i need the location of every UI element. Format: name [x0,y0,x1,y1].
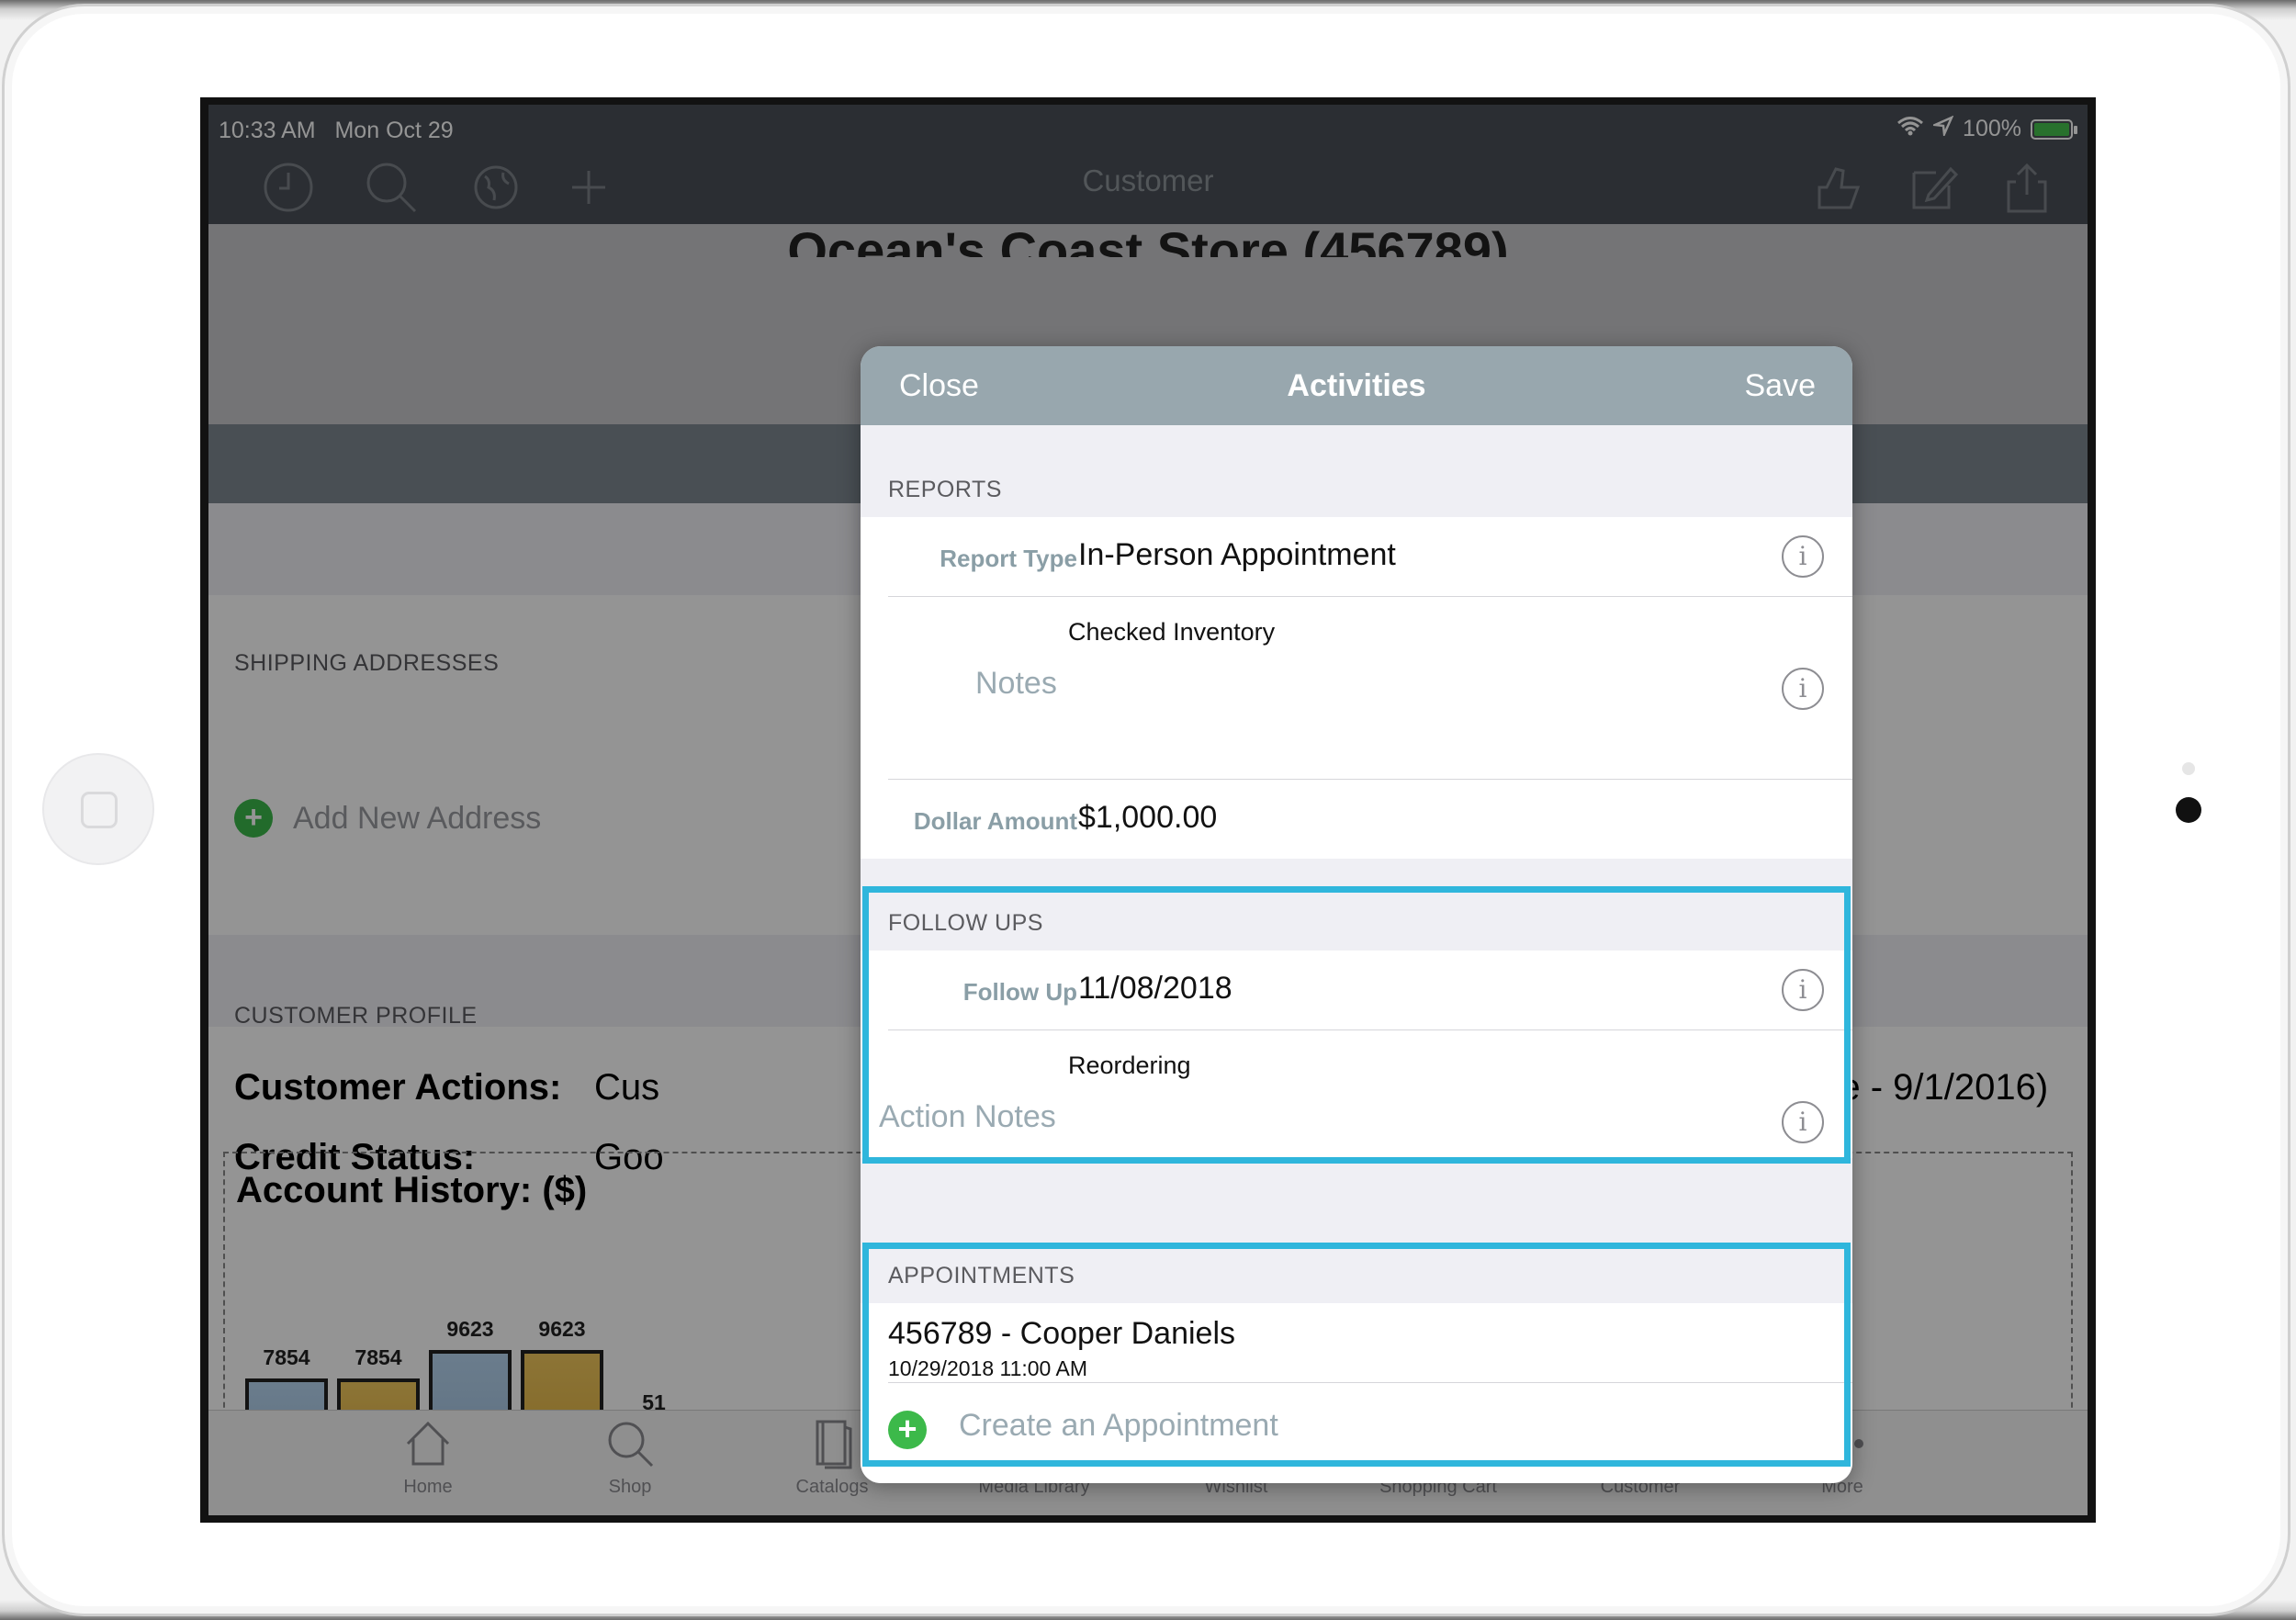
appointment-date: 10/29/2018 11:00 AM [888,1356,1087,1380]
notes-info-icon[interactable]: i [1782,668,1824,710]
action-notes-info-icon[interactable]: i [1782,1101,1824,1143]
reports-group: Report Type In-Person Appointment i Chec… [861,517,1852,789]
screen: Ocean's Coast Store (456789) SHIPPING AD… [200,97,2096,1523]
modal-title: Activities [1287,368,1426,403]
divider [888,596,1852,597]
follow-ups-section-label: FOLLOW UPS [888,910,1043,936]
create-appointment-label[interactable]: Create an Appointment [959,1408,1278,1444]
sensor-dot [2182,762,2195,775]
notes-placeholder[interactable]: Notes [975,666,1057,702]
follow-up-info-icon[interactable]: i [1782,969,1824,1011]
dollar-amount-label: Dollar Amount [913,807,1077,835]
dollar-amount-row: Dollar Amount $1,000.00 [861,780,1852,859]
camera-icon [2176,797,2201,823]
follow-up-label: Follow Up [962,978,1077,1006]
notes-value[interactable]: Checked Inventory [1068,618,1275,647]
app-window: Ocean's Coast Store (456789) SHIPPING AD… [208,105,2088,1515]
action-value[interactable]: Reordering [1068,1052,1191,1080]
dollar-amount-value[interactable]: $1,000.00 [1078,800,1217,836]
action-notes-placeholder[interactable]: Action Notes [879,1099,1056,1135]
activities-modal: Close Activities Save REPORTS Report Typ… [861,346,1852,1483]
divider [888,1382,1852,1383]
report-type-label: Report Type [940,545,1077,572]
divider [888,1029,1852,1030]
reports-section-label: REPORTS [888,477,1002,502]
follow-ups-group: Follow Up 11/08/2018 i Reordering Action… [861,951,1852,1158]
report-type-info-icon[interactable]: i [1782,535,1824,578]
appointments-group: 456789 - Cooper Daniels 10/29/2018 11:00… [861,1303,1852,1483]
report-type-value[interactable]: In-Person Appointment [1078,537,1396,573]
add-appointment-icon[interactable]: + [888,1411,927,1449]
modal-header: Close Activities Save [861,346,1852,425]
home-button-square-icon [81,792,118,828]
follow-up-date[interactable]: 11/08/2018 [1078,971,1232,1007]
appointments-section-label: APPOINTMENTS [888,1263,1075,1288]
appointment-name[interactable]: 456789 - Cooper Daniels [888,1316,1235,1352]
save-button[interactable]: Save [1745,368,1817,404]
home-button[interactable] [42,753,154,865]
